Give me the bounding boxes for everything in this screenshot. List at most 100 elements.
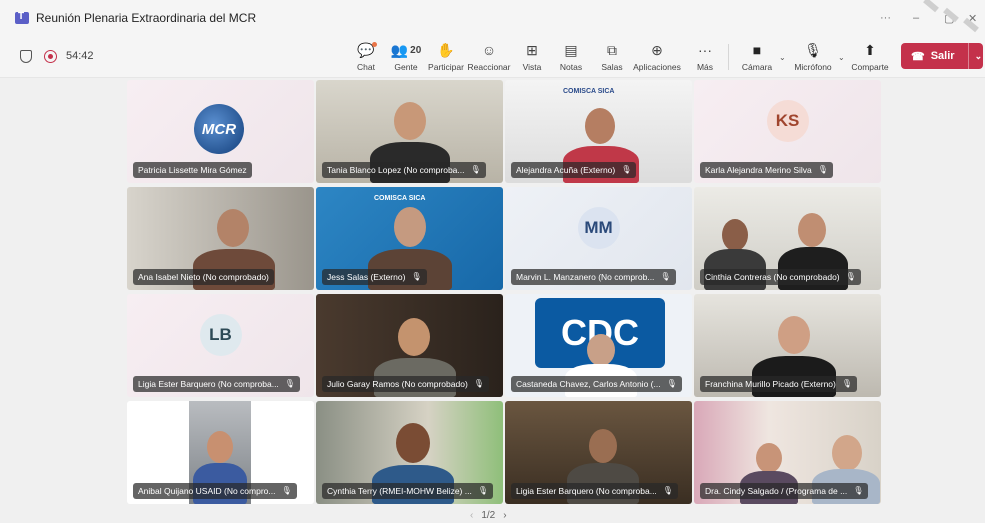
participant-video [207,431,233,463]
leave-label: Salir [930,50,955,62]
leave-separator [967,43,969,69]
title-bar: Reunión Plenaria Extraordinaria del MCR … [0,0,985,36]
banner-text: COMISCA SICA [374,195,426,202]
participant-name: Castaneda Chavez, Carlos Antonio (... 🎙 [511,376,682,392]
participant-name: Alejandra Acuña (Externo) 🎙 [511,162,637,178]
banner-text: COMISCA SICA [563,88,615,95]
participant-tile[interactable]: Julio Garay Ramos (No comprobado) 🎙 [316,294,503,397]
page-indicator: 1/2 [481,510,496,521]
participant-name: Ana Isabel Nieto (No comprobado) [133,269,274,285]
microphone-options-chevron-icon[interactable]: ⌄ [838,53,845,62]
more-label: Más [696,62,714,72]
participant-name: Cinthia Contreras (No comprobado) 🎙 [700,269,861,285]
participant-tile[interactable]: Anibal Quijano USAID (No compro... 🎙 [127,401,314,504]
participant-name: Dra. Cindy Salgado / (Programa de ... 🎙 [700,483,869,499]
restore-button[interactable]: ▢ [944,12,954,25]
rooms-icon: ⧉ [607,41,617,58]
chat-icon: 💬 [357,41,377,58]
mic-muted-icon: 🎙 [853,486,864,495]
participant-video [217,209,249,247]
mic-muted-icon: 🎙 [666,379,677,388]
participant-tile[interactable]: Ligia Ester Barquero (No comproba... 🎙 [505,401,692,504]
participant-video [589,429,617,463]
leave-options-chevron-icon[interactable]: ⌄ [975,51,983,62]
mcr-logo: MCR [194,104,244,154]
participant-tile[interactable]: Tania Blanco Lopez (No comproba... 🎙 [316,80,503,183]
mic-muted-icon: 🎙 [473,379,484,388]
raise-hand-label: Participar [428,62,464,72]
participant-tile[interactable]: Dra. Cindy Salgado / (Programa de ... 🎙 [694,401,881,504]
camera-label: Cámara [741,62,773,72]
share-button[interactable]: ⬆ Comparte [851,40,888,76]
grid-view-icon: ⊞ [526,41,538,58]
microphone-label: Micrófono [794,62,832,72]
participant-tile[interactable]: Cynthia Terry (RMEI-MOHW Belize) ... 🎙 [316,401,503,504]
notes-icon: ▤ [564,41,578,58]
participant-tile[interactable]: COMISCA SICA Jess Salas (Externo) 🎙 [316,187,503,290]
smiley-icon: ☺ [481,42,497,58]
react-button[interactable]: ☺ Reaccionar [467,40,511,76]
participant-tile[interactable]: Ana Isabel Nieto (No comprobado) [127,187,314,290]
participant-name: Marvin L. Manzanero (No comprob... 🎙 [511,269,676,285]
recording-icon [44,50,57,63]
participant-video [722,219,748,251]
participant-video [756,443,782,473]
participant-name: Tania Blanco Lopez (No comproba... 🎙 [322,162,486,178]
participant-avatar: KS [766,100,809,143]
participant-tile[interactable]: KS Karla Alejandra Merino Silva 🎙 [694,80,881,183]
participant-tile[interactable]: MM Marvin L. Manzanero (No comprob... 🎙 [505,187,692,290]
participant-name: Ligia Ester Barquero (No comproba... 🎙 [511,483,678,499]
participant-tile[interactable]: CDC Castaneda Chavez, Carlos Antonio (..… [505,294,692,397]
participant-name: Cynthia Terry (RMEI-MOHW Belize) ... 🎙 [322,483,493,499]
window-title: Reunión Plenaria Extraordinaria del MCR [36,11,257,25]
meeting-timer: 54:42 [66,50,94,62]
rooms-button[interactable]: ⧉ Salas [601,40,623,76]
participant-avatar: MM [577,207,620,250]
window-more-button[interactable]: ··· [880,12,891,24]
minimize-button[interactable]: – [913,12,919,24]
microphone-button[interactable]: 🎙 Micrófono [794,40,832,76]
rooms-label: Salas [601,62,623,72]
toolbar-separator [728,44,729,70]
react-label: Reaccionar [467,62,511,72]
close-button[interactable]: ✕ [968,12,977,25]
participant-tile[interactable]: COMISCA SICA Alejandra Acuña (Externo) 🎙 [505,80,692,183]
meeting-toolbar: 54:42 💬 Chat 👥 20 Gente ✋ Participar ☺ Re… [0,36,985,78]
participant-video [394,207,426,247]
raise-hand-button[interactable]: ✋ Participar [428,40,464,76]
people-label: Gente [394,62,418,72]
people-button[interactable]: 👥 20 Gente [390,40,422,76]
notes-button[interactable]: ▤ Notas [559,40,583,76]
microphone-icon: 🎙 [804,41,822,58]
chat-button[interactable]: 💬 Chat [355,40,377,76]
gallery-pager: ‹ 1/2 › [470,510,507,521]
camera-options-chevron-icon[interactable]: ⌄ [779,53,786,62]
share-screen-icon: ⬆ [864,41,876,58]
people-count: 20 [410,44,422,56]
more-button[interactable]: ··· Más [695,40,715,76]
participant-tile[interactable]: MCR Patricia Lissette Mira Gómez [127,80,314,183]
participant-name: Julio Garay Ramos (No comprobado) 🎙 [322,376,489,392]
participant-tile[interactable]: LB Ligia Ester Barquero (No comproba... 🎙 [127,294,314,397]
apps-button[interactable]: ⊕ Aplicaciones [633,40,681,76]
mic-muted-icon: 🎙 [817,165,828,174]
view-label: Vista [522,62,542,72]
mic-muted-icon: 🎙 [841,379,853,388]
camera-button[interactable]: ■ Cámara [742,40,772,76]
participant-tile[interactable]: Franchina Murillo Picado (Externo) 🎙 [694,294,881,397]
participant-tile[interactable]: Cinthia Contreras (No comprobado) 🎙 [694,187,881,290]
teams-meeting-window: Reunión Plenaria Extraordinaria del MCR … [0,0,985,523]
previous-page-chevron-icon[interactable]: ‹ [470,510,473,521]
people-icon: 👥 20 [390,41,422,58]
view-button[interactable]: ⊞ Vista [521,40,543,76]
mic-muted-icon: 🎙 [284,379,295,388]
participant-name: Anibal Quijano USAID (No compro... 🎙 [133,483,297,499]
next-page-chevron-icon[interactable]: › [503,510,506,521]
mic-muted-icon: 🎙 [845,272,856,281]
notes-label: Notas [559,62,583,72]
mic-muted-icon: 🎙 [477,486,488,495]
participant-video [778,316,810,354]
participant-name: Patricia Lissette Mira Gómez [133,162,252,178]
leave-button[interactable]: ☎ Salir ⌄ [901,43,983,69]
mic-muted-icon: 🎙 [621,165,632,174]
